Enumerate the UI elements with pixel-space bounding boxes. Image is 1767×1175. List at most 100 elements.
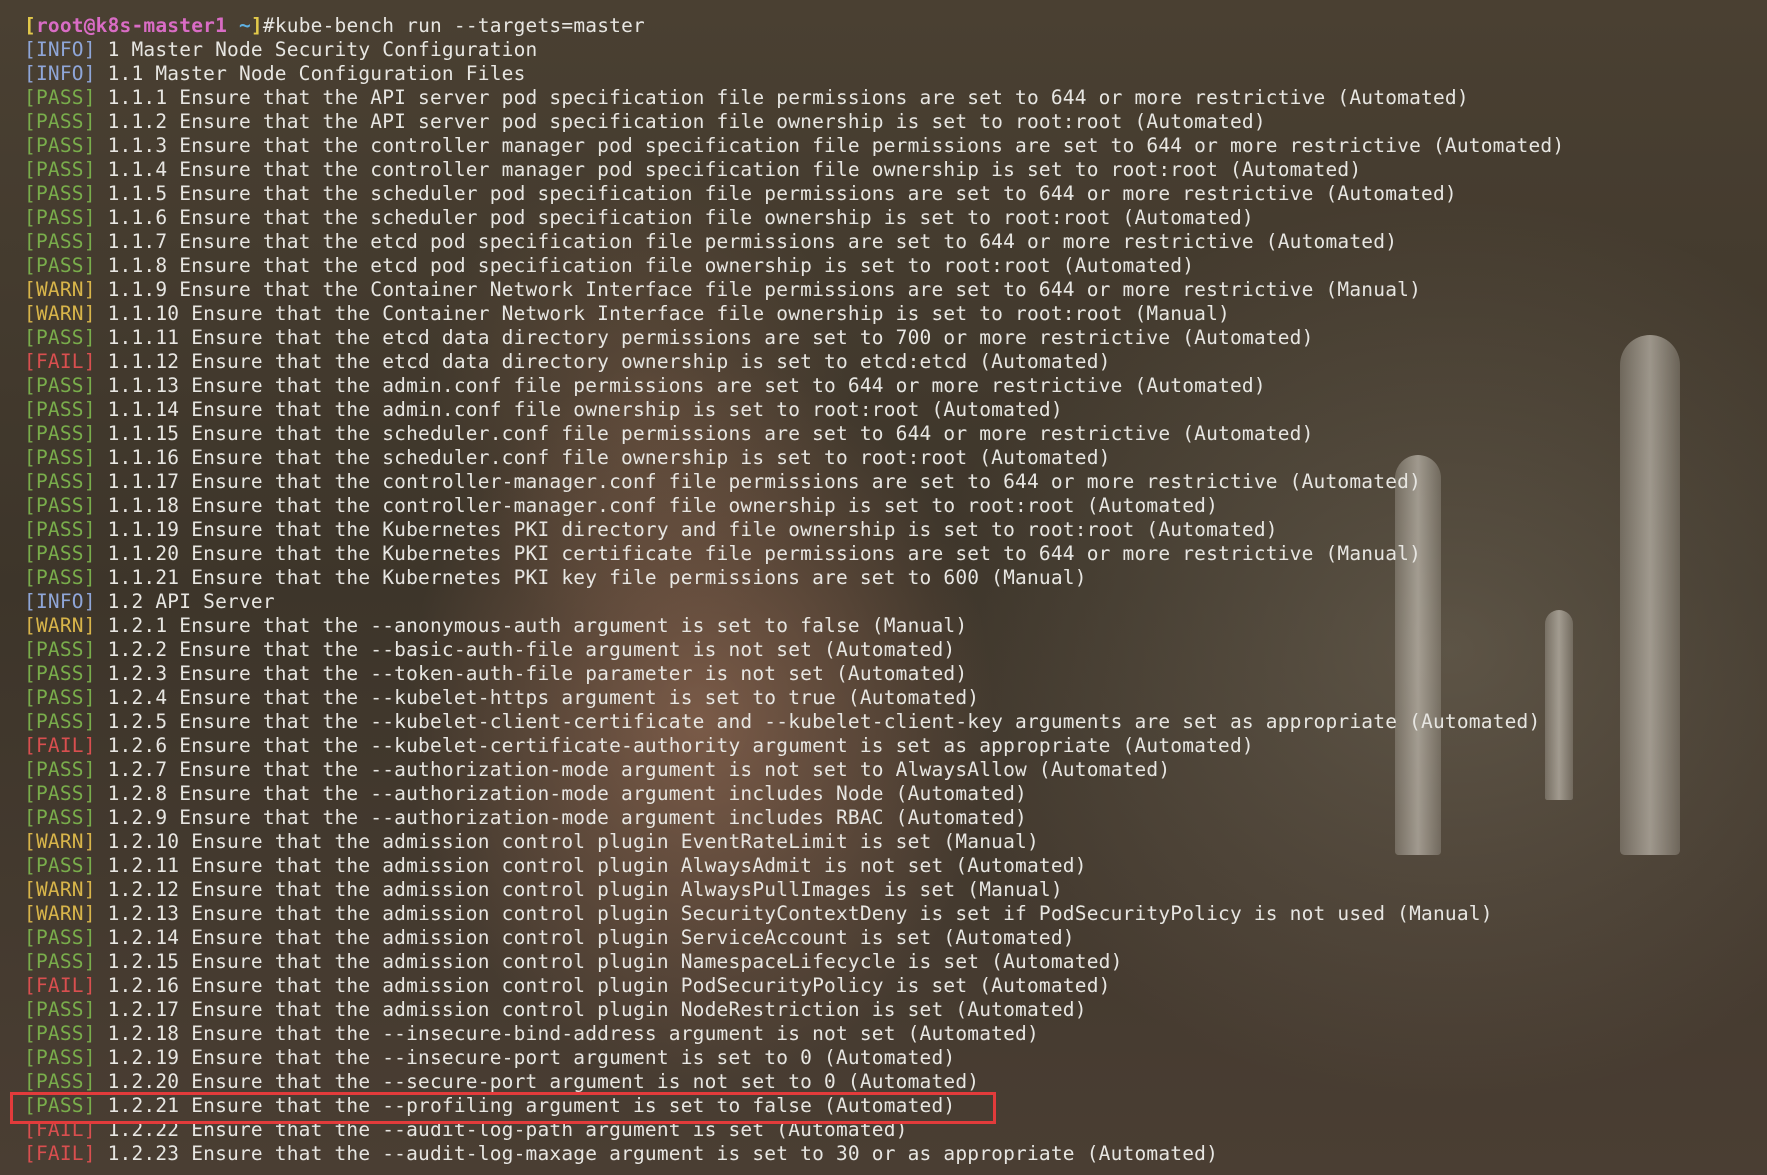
check-text: 1.1.4 Ensure that the controller manager… bbox=[107, 158, 1362, 181]
output-line: [PASS] 1.1.17 Ensure that the controller… bbox=[24, 470, 1422, 493]
check-text: 1.1.1 Ensure that the API server pod spe… bbox=[107, 86, 1469, 109]
output-line: [PASS] 1.2.8 Ensure that the --authoriza… bbox=[24, 782, 1027, 805]
check-text: 1.2 API Server bbox=[107, 590, 275, 613]
output-line: [WARN] 1.2.10 Ensure that the admission … bbox=[24, 830, 1039, 853]
output-line: [PASS] 1.1.3 Ensure that the controller … bbox=[24, 134, 1565, 157]
status-tag: PASS bbox=[35, 446, 84, 469]
output-line: [PASS] 1.1.20 Ensure that the Kubernetes… bbox=[24, 542, 1422, 565]
highlight-box bbox=[10, 1092, 996, 1124]
output-line: [PASS] 1.1.18 Ensure that the controller… bbox=[24, 494, 1219, 517]
output-line: [PASS] 1.1.14 Ensure that the admin.conf… bbox=[24, 398, 1063, 421]
output-line: [WARN] 1.1.10 Ensure that the Container … bbox=[24, 302, 1230, 325]
prompt-host: k8s-master1 bbox=[95, 14, 228, 37]
status-tag: PASS bbox=[35, 950, 84, 973]
output-line: [PASS] 1.1.1 Ensure that the API server … bbox=[24, 86, 1469, 109]
check-text: 1.1.11 Ensure that the etcd data directo… bbox=[107, 326, 1314, 349]
status-tag: WARN bbox=[35, 278, 84, 301]
check-text: 1.2.17 Ensure that the admission control… bbox=[107, 998, 1087, 1021]
check-text: 1.2.8 Ensure that the --authorization-mo… bbox=[107, 782, 1027, 805]
status-tag: PASS bbox=[35, 110, 84, 133]
check-text: 1.1.15 Ensure that the scheduler.conf fi… bbox=[107, 422, 1314, 445]
status-tag: PASS bbox=[35, 926, 84, 949]
status-tag: INFO bbox=[35, 38, 84, 61]
output-line: [PASS] 1.1.16 Ensure that the scheduler.… bbox=[24, 446, 1111, 469]
check-text: 1.1.2 Ensure that the API server pod spe… bbox=[107, 110, 1266, 133]
terminal-output: [root@k8s-master1 ~]#kube-bench run --ta… bbox=[24, 14, 1564, 1166]
status-tag: PASS bbox=[35, 470, 84, 493]
check-text: 1.1 Master Node Configuration Files bbox=[107, 62, 526, 85]
output-line: [PASS] 1.2.11 Ensure that the admission … bbox=[24, 854, 1087, 877]
output-line: [PASS] 1.2.5 Ensure that the --kubelet-c… bbox=[24, 710, 1541, 733]
output-line: [FAIL] 1.2.23 Ensure that the --audit-lo… bbox=[24, 1142, 1219, 1165]
output-line: [FAIL] 1.2.6 Ensure that the --kubelet-c… bbox=[24, 734, 1254, 757]
check-text: 1.2.1 Ensure that the --anonymous-auth a… bbox=[107, 614, 968, 637]
check-text: 1.2.3 Ensure that the --token-auth-file … bbox=[107, 662, 968, 685]
output-line: [PASS] 1.2.17 Ensure that the admission … bbox=[24, 998, 1087, 1021]
status-tag: WARN bbox=[35, 902, 84, 925]
check-text: 1.2.2 Ensure that the --basic-auth-file … bbox=[107, 638, 956, 661]
status-tag: PASS bbox=[35, 374, 84, 397]
status-tag: PASS bbox=[35, 566, 84, 589]
output-line: [INFO] 1.2 API Server bbox=[24, 590, 275, 613]
check-text: 1.1.10 Ensure that the Container Network… bbox=[107, 302, 1230, 325]
check-text: 1.2.4 Ensure that the --kubelet-https ar… bbox=[107, 686, 980, 709]
check-text: 1.1.16 Ensure that the scheduler.conf fi… bbox=[107, 446, 1111, 469]
check-text: 1.1.18 Ensure that the controller-manage… bbox=[107, 494, 1219, 517]
status-tag: PASS bbox=[35, 1046, 84, 1069]
output-line: [PASS] 1.2.2 Ensure that the --basic-aut… bbox=[24, 638, 956, 661]
output-line: [PASS] 1.2.4 Ensure that the --kubelet-h… bbox=[24, 686, 980, 709]
check-text: 1.2.16 Ensure that the admission control… bbox=[107, 974, 1111, 997]
check-text: 1.2.10 Ensure that the admission control… bbox=[107, 830, 1039, 853]
output-line: [PASS] 1.1.15 Ensure that the scheduler.… bbox=[24, 422, 1314, 445]
check-text: 1.2.18 Ensure that the --insecure-bind-a… bbox=[107, 1022, 1039, 1045]
output-line: [PASS] 1.1.8 Ensure that the etcd pod sp… bbox=[24, 254, 1195, 277]
output-line: [FAIL] 1.1.12 Ensure that the etcd data … bbox=[24, 350, 1111, 373]
output-line: [INFO] 1.1 Master Node Configuration Fil… bbox=[24, 62, 526, 85]
status-tag: PASS bbox=[35, 686, 84, 709]
prompt-line: [root@k8s-master1 ~]#kube-bench run --ta… bbox=[24, 14, 645, 37]
status-tag: FAIL bbox=[35, 734, 84, 757]
check-text: 1.2.11 Ensure that the admission control… bbox=[107, 854, 1087, 877]
status-tag: FAIL bbox=[35, 1142, 84, 1165]
status-tag: PASS bbox=[35, 542, 84, 565]
status-tag: PASS bbox=[35, 758, 84, 781]
check-text: 1.1.8 Ensure that the etcd pod specifica… bbox=[107, 254, 1195, 277]
background-rocket-right bbox=[1620, 335, 1680, 855]
check-text: 1.1.9 Ensure that the Container Network … bbox=[107, 278, 1422, 301]
check-text: 1.1.3 Ensure that the controller manager… bbox=[107, 134, 1565, 157]
check-text: 1.2.14 Ensure that the admission control… bbox=[107, 926, 1075, 949]
check-text: 1.1.7 Ensure that the etcd pod specifica… bbox=[107, 230, 1398, 253]
check-text: 1.1.13 Ensure that the admin.conf file p… bbox=[107, 374, 1266, 397]
status-tag: FAIL bbox=[35, 974, 84, 997]
check-text: 1.1.19 Ensure that the Kubernetes PKI di… bbox=[107, 518, 1278, 541]
output-line: [PASS] 1.1.19 Ensure that the Kubernetes… bbox=[24, 518, 1278, 541]
output-line: [PASS] 1.1.21 Ensure that the Kubernetes… bbox=[24, 566, 1087, 589]
check-text: 1.2.15 Ensure that the admission control… bbox=[107, 950, 1123, 973]
output-line: [PASS] 1.2.18 Ensure that the --insecure… bbox=[24, 1022, 1039, 1045]
prompt-path: ~ bbox=[238, 14, 251, 37]
check-text: 1 Master Node Security Configuration bbox=[107, 38, 538, 61]
output-line: [PASS] 1.1.11 Ensure that the etcd data … bbox=[24, 326, 1314, 349]
output-line: [PASS] 1.2.9 Ensure that the --authoriza… bbox=[24, 806, 1027, 829]
output-line: [INFO] 1 Master Node Security Configurat… bbox=[24, 38, 538, 61]
status-tag: FAIL bbox=[35, 350, 84, 373]
status-tag: PASS bbox=[35, 326, 84, 349]
status-tag: PASS bbox=[35, 254, 84, 277]
check-text: 1.1.12 Ensure that the etcd data directo… bbox=[107, 350, 1111, 373]
status-tag: WARN bbox=[35, 614, 84, 637]
check-text: 1.1.14 Ensure that the admin.conf file o… bbox=[107, 398, 1063, 421]
output-line: [PASS] 1.1.7 Ensure that the etcd pod sp… bbox=[24, 230, 1398, 253]
status-tag: PASS bbox=[35, 710, 84, 733]
check-text: 1.2.23 Ensure that the --audit-log-maxag… bbox=[107, 1142, 1219, 1165]
status-tag: WARN bbox=[35, 302, 84, 325]
status-tag: PASS bbox=[35, 782, 84, 805]
output-line: [PASS] 1.2.7 Ensure that the --authoriza… bbox=[24, 758, 1171, 781]
status-tag: PASS bbox=[35, 134, 84, 157]
status-tag: PASS bbox=[35, 182, 84, 205]
output-line: [WARN] 1.1.9 Ensure that the Container N… bbox=[24, 278, 1422, 301]
terminal-window[interactable]: [root@k8s-master1 ~]#kube-bench run --ta… bbox=[0, 0, 1767, 1175]
check-text: 1.2.12 Ensure that the admission control… bbox=[107, 878, 1063, 901]
status-tag: PASS bbox=[35, 494, 84, 517]
status-tag: PASS bbox=[35, 1070, 84, 1093]
prompt-user: root bbox=[35, 14, 84, 37]
